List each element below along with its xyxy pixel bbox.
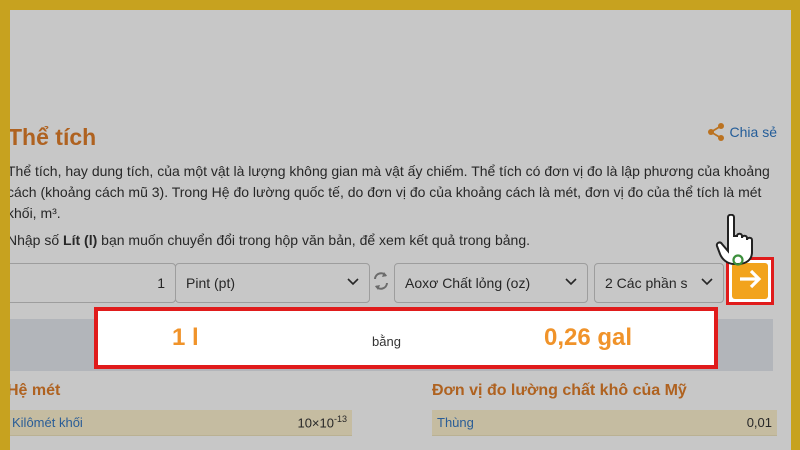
row-unit-name[interactable]: Kilômét khối — [12, 415, 83, 430]
from-unit-value: Pint (pt) — [186, 275, 236, 291]
chevron-down-icon — [701, 277, 713, 289]
value-exponent: -13 — [333, 414, 347, 425]
instruction-suffix: bạn muốn chuyển đổi trong hộp văn bản, đ… — [97, 232, 531, 248]
table-row: Thùng 0,01 — [432, 410, 777, 436]
to-unit-value: Aoxơ Chất lỏng (oz) — [405, 275, 531, 291]
from-unit-select[interactable]: Pint (pt) — [175, 263, 370, 303]
row-unit-value: 10×10-13 — [297, 414, 347, 430]
chevron-down-icon — [347, 277, 359, 289]
value-input[interactable] — [10, 263, 176, 303]
share-label: Chia sẻ — [729, 124, 777, 140]
converter-page: Thể tích Chia sẻ Thể tích, hay dung tích… — [10, 10, 791, 450]
convert-button-frame — [726, 257, 774, 305]
chevron-down-icon — [565, 277, 577, 289]
page-title: Thể tích — [10, 124, 97, 150]
row-unit-value: 0,01 — [746, 415, 772, 430]
share-icon — [706, 122, 726, 142]
swap-units-button[interactable] — [370, 271, 392, 295]
to-unit-select[interactable]: Aoxơ Chất lỏng (oz) — [394, 263, 588, 303]
result-band — [10, 319, 773, 371]
precision-select[interactable]: 2 Các phần s — [594, 263, 724, 303]
section-title-metric: Hệ mét — [10, 382, 61, 399]
value-base: 10×10 — [297, 415, 334, 431]
share-link[interactable]: Chia sẻ — [706, 122, 777, 142]
header-area — [10, 10, 791, 110]
section-title-us-dry: Đơn vị đo lường chất khô của Mỹ — [432, 382, 687, 399]
instruction-unit: Lít (l) — [63, 232, 98, 248]
instruction-prefix: Nhập số — [10, 232, 64, 248]
table-row: Kilômét khối 10×10-13 — [10, 410, 352, 436]
convert-button[interactable] — [732, 263, 768, 299]
instruction-text: Nhập số Lít (l) bạn muốn chuyển đổi tron… — [10, 232, 530, 248]
precision-value: 2 Các phần s — [605, 275, 688, 291]
arrow-right-icon — [737, 268, 763, 295]
description-text: Thể tích, hay dung tích, của một vật là … — [10, 163, 770, 221]
swap-icon — [371, 270, 391, 297]
row-unit-name[interactable]: Thùng — [437, 415, 474, 430]
